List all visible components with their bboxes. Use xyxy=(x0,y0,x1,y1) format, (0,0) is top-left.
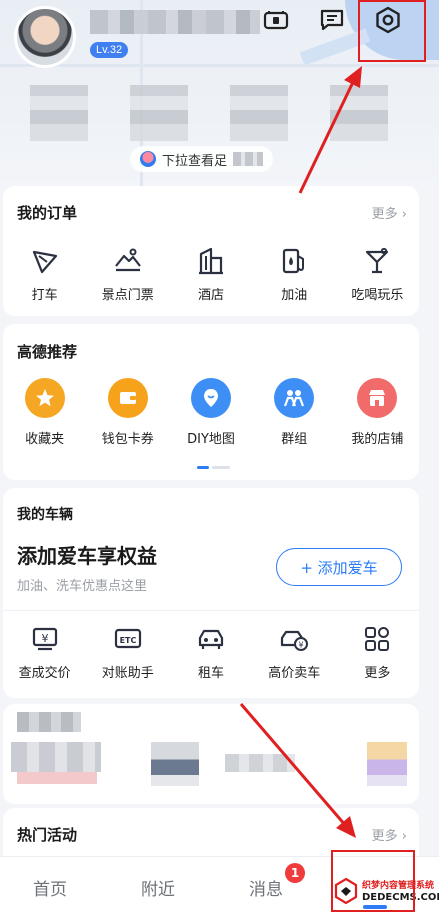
diy-map-icon xyxy=(191,378,231,418)
tab-label: 消息 xyxy=(249,879,283,900)
order-item-leisure[interactable]: 吃喝玩乐 xyxy=(336,244,419,303)
orders-title: 我的订单 xyxy=(17,204,78,222)
star-icon xyxy=(24,378,65,418)
page-indicator xyxy=(197,466,230,469)
tab-label: 首页 xyxy=(33,879,67,900)
vehicles-headline: 添加爱车享权益 xyxy=(17,544,157,568)
fuel-pump-icon xyxy=(277,244,311,278)
svg-text:ETC: ETC xyxy=(119,636,136,645)
order-item-label: 景点门票 xyxy=(101,288,154,303)
page-dot xyxy=(212,466,230,469)
wallet-icon xyxy=(107,378,148,418)
highlight-box-settings xyxy=(358,0,426,62)
redacted-card xyxy=(3,704,419,804)
level-badge: Lv.32 xyxy=(90,42,129,58)
recommend-item-label: DIY地图 xyxy=(187,432,235,447)
recommend-item-favorites[interactable]: 收藏夹 xyxy=(3,378,86,447)
recommend-item-label: 钱包卡券 xyxy=(101,432,154,447)
activities-title: 热门活动 xyxy=(17,826,78,844)
orders-card: 我的订单 更多 › 打车 景点门票 酒店 加油 吃喝玩乐 xyxy=(3,186,419,316)
page-dot-active xyxy=(197,466,209,469)
shop-icon xyxy=(357,378,398,418)
recommend-item-shop[interactable]: 我的店铺 xyxy=(336,378,419,447)
username-redacted xyxy=(90,10,260,34)
order-item-label: 吃喝玩乐 xyxy=(351,288,404,303)
redacted-block xyxy=(11,742,101,772)
redacted-block xyxy=(367,742,407,786)
highlight-box-mine-tab xyxy=(331,850,415,912)
order-item-fuel[interactable]: 加油 xyxy=(253,244,336,303)
vehicles-subtitle: 加油、洗车优惠点这里 xyxy=(17,579,148,594)
sell-car-icon: ¥ xyxy=(277,622,311,656)
pull-down-tip[interactable]: 下拉查看足 xyxy=(130,146,274,172)
svg-text:¥: ¥ xyxy=(41,632,48,645)
price-tag-icon: ¥ xyxy=(28,622,62,656)
redacted-block xyxy=(151,742,199,786)
redacted-block xyxy=(17,772,97,784)
vehicles-title: 我的车辆 xyxy=(17,507,73,523)
orders-more-link[interactable]: 更多 › xyxy=(372,203,407,222)
hotel-building-icon xyxy=(194,244,228,278)
stat-redacted xyxy=(130,85,188,141)
add-car-button[interactable]: + 添加爱车 xyxy=(276,548,402,586)
recommend-item-wallet[interactable]: 钱包卡券 xyxy=(86,378,169,447)
recommend-title: 高德推荐 xyxy=(17,343,78,361)
order-item-taxi[interactable]: 打车 xyxy=(3,244,86,303)
vehicle-item-rent[interactable]: 租车 xyxy=(169,622,252,681)
etc-icon: ETC xyxy=(111,622,145,656)
order-item-label: 打车 xyxy=(31,288,58,303)
order-item-hotel[interactable]: 酒店 xyxy=(169,244,252,303)
stat-redacted xyxy=(30,85,88,141)
more-label: 更多 xyxy=(371,207,398,222)
message-count-badge: 1 xyxy=(285,863,305,883)
vehicle-item-label: 高价卖车 xyxy=(268,666,321,681)
recommend-item-diy-map[interactable]: DIY地图 xyxy=(169,378,252,447)
grid-more-icon xyxy=(360,622,394,656)
taxi-flag-icon xyxy=(28,244,62,278)
pull-tip-redacted xyxy=(233,152,264,166)
pull-tip-text: 下拉查看足 xyxy=(162,153,228,169)
vehicle-item-etc[interactable]: ETC 对账助手 xyxy=(86,622,169,681)
tab-label: 附近 xyxy=(141,879,175,900)
vehicles-card: 我的车辆 添加爱车享权益 加油、洗车优惠点这里 + 添加爱车 ¥ 查成交价 ET… xyxy=(3,488,419,698)
divider xyxy=(3,610,419,611)
recommend-item-group[interactable]: 群组 xyxy=(253,378,336,447)
map-road xyxy=(0,64,439,67)
recommend-item-label: 我的店铺 xyxy=(351,432,404,447)
redacted-block xyxy=(17,712,81,732)
footprint-icon xyxy=(140,151,156,167)
vehicle-item-label: 租车 xyxy=(198,666,225,681)
group-icon xyxy=(274,378,315,418)
stat-redacted xyxy=(330,85,388,141)
recommend-item-label: 收藏夹 xyxy=(25,432,65,447)
chevron-right-icon: › xyxy=(401,207,407,222)
message-icon[interactable] xyxy=(318,6,346,34)
rent-car-icon xyxy=(194,622,228,656)
order-item-tickets[interactable]: 景点门票 xyxy=(86,244,169,303)
chevron-right-icon: › xyxy=(401,829,407,844)
vehicle-item-more[interactable]: 更多 xyxy=(336,622,419,681)
svg-text:¥: ¥ xyxy=(299,641,304,650)
recommend-card: 高德推荐 收藏夹 钱包卡券 DIY地图 群组 我的店铺 xyxy=(3,324,419,480)
activities-more-link[interactable]: 更多 › xyxy=(372,825,407,844)
order-item-label: 酒店 xyxy=(198,288,225,303)
order-item-label: 加油 xyxy=(281,288,308,303)
tab-nearby[interactable]: 附近 xyxy=(108,857,208,916)
scenic-ticket-icon xyxy=(111,244,145,278)
vehicle-item-price[interactable]: ¥ 查成交价 xyxy=(3,622,86,681)
recommend-item-label: 群组 xyxy=(281,432,308,447)
cocktail-icon xyxy=(360,244,394,278)
vehicle-item-sell[interactable]: ¥ 高价卖车 xyxy=(253,622,336,681)
vehicle-item-label: 对账助手 xyxy=(101,666,154,681)
avatar[interactable] xyxy=(14,6,76,68)
scan-ticket-icon[interactable] xyxy=(262,6,290,34)
redacted-block xyxy=(225,754,295,772)
vehicle-item-label: 查成交价 xyxy=(18,666,71,681)
vehicle-item-label: 更多 xyxy=(364,666,391,681)
tab-home[interactable]: 首页 xyxy=(0,857,100,916)
more-label: 更多 xyxy=(371,829,398,844)
stat-redacted xyxy=(230,85,288,141)
